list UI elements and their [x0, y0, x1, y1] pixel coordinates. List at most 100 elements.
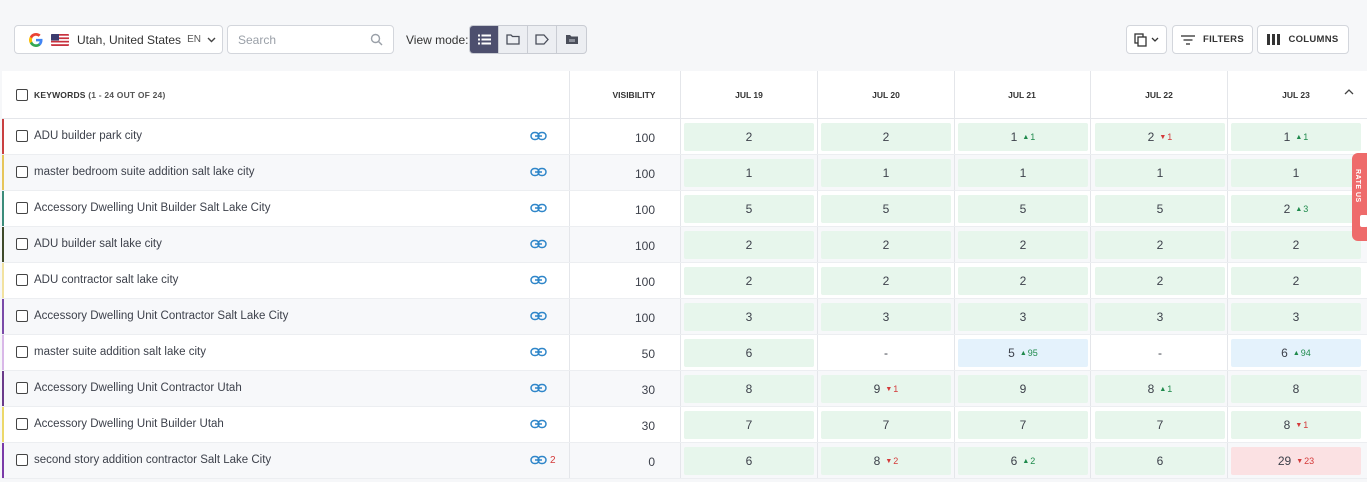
row-checkbox[interactable]	[16, 310, 28, 322]
rank-cell[interactable]: 3	[684, 303, 814, 331]
rank-cell[interactable]: 7	[684, 411, 814, 439]
rank-cell[interactable]: 3	[1231, 303, 1361, 331]
rank-cell[interactable]: 5	[684, 195, 814, 223]
rank-cell[interactable]: 5 ▲ 95	[958, 339, 1088, 367]
rank-cell[interactable]: 9 ▼ 1	[821, 375, 951, 403]
view-mode-folder-button[interactable]	[499, 26, 528, 53]
rank-cell[interactable]: 2	[684, 231, 814, 259]
date-header[interactable]: JUL 20	[846, 90, 926, 100]
row-checkbox[interactable]	[16, 274, 28, 286]
rank-cell[interactable]: 3	[1095, 303, 1225, 331]
link-icon[interactable]	[530, 202, 547, 214]
rank-cell[interactable]: 2	[821, 123, 951, 151]
rank-cell[interactable]: 7	[958, 411, 1088, 439]
rank-cell[interactable]: 8 ▼ 2	[821, 447, 951, 475]
rank-cell[interactable]: 1	[1095, 159, 1225, 187]
keyword-text[interactable]: Accessory Dwelling Unit Contractor Salt …	[34, 310, 288, 322]
link-icon[interactable]	[530, 418, 547, 430]
row-checkbox[interactable]	[16, 130, 28, 142]
rank-cell[interactable]: 2	[821, 231, 951, 259]
rank-cell[interactable]: 29 ▼ 23	[1231, 447, 1361, 475]
location-selector[interactable]: Utah, United States EN	[14, 25, 223, 54]
table-row[interactable]: ADU builder park city 100 2 2 1 ▲ 1 2 ▼ 1 1 ▲ 1	[2, 119, 1367, 155]
rank-cell[interactable]: 5	[1095, 195, 1225, 223]
table-row[interactable]: Accessory Dwelling Unit Builder Utah 30 7 7…	[2, 407, 1367, 443]
rank-cell[interactable]: 8	[684, 375, 814, 403]
rank-cell[interactable]: 1	[958, 159, 1088, 187]
link-icon[interactable]	[530, 238, 547, 250]
date-header[interactable]: JUL 19	[709, 90, 789, 100]
rank-cell[interactable]: 6 ▲ 94	[1231, 339, 1361, 367]
rate-us-tab[interactable]: RATE US	[1352, 153, 1367, 241]
columns-button[interactable]: COLUMNS	[1257, 25, 1349, 54]
rank-cell[interactable]: 1 ▲ 1	[958, 123, 1088, 151]
keyword-text[interactable]: ADU builder park city	[34, 130, 142, 142]
row-checkbox[interactable]	[16, 346, 28, 358]
rank-cell[interactable]: 2	[1231, 231, 1361, 259]
keyword-text[interactable]: Accessory Dwelling Unit Contractor Utah	[34, 382, 242, 394]
rank-cell[interactable]: 5	[958, 195, 1088, 223]
keyword-text[interactable]: second story addition contractor Salt La…	[34, 454, 271, 466]
rank-cell[interactable]: 1	[821, 159, 951, 187]
rank-cell[interactable]: 2 ▲ 3	[1231, 195, 1361, 223]
rank-cell[interactable]: 2	[1231, 267, 1361, 295]
link-icon[interactable]	[530, 382, 547, 394]
row-checkbox[interactable]	[16, 202, 28, 214]
rank-cell[interactable]: -	[1095, 339, 1225, 367]
table-row[interactable]: second story addition contractor Salt La…	[2, 443, 1367, 479]
table-row[interactable]: Accessory Dwelling Unit Contractor Salt …	[2, 299, 1367, 335]
rank-cell[interactable]: 3	[958, 303, 1088, 331]
keywords-header[interactable]: KEYWORDS (1 - 24 OUT OF 24)	[34, 90, 166, 100]
link-icon[interactable]	[530, 274, 547, 286]
row-checkbox[interactable]	[16, 382, 28, 394]
filters-button[interactable]: FILTERS	[1172, 25, 1253, 54]
rank-cell[interactable]: 2	[684, 267, 814, 295]
search-input[interactable]	[228, 26, 358, 53]
rank-cell[interactable]: 8 ▲ 1	[1095, 375, 1225, 403]
row-checkbox[interactable]	[16, 418, 28, 430]
view-mode-tag-button[interactable]	[528, 26, 557, 53]
keyword-text[interactable]: ADU builder salt lake city	[34, 238, 162, 250]
rank-cell[interactable]: 1 ▲ 1	[1231, 123, 1361, 151]
table-row[interactable]: master bedroom suite addition salt lake …	[2, 155, 1367, 191]
date-header[interactable]: JUL 23	[1256, 90, 1336, 100]
keyword-text[interactable]: ADU contractor salt lake city	[34, 274, 178, 286]
rank-cell[interactable]: 2	[1095, 231, 1225, 259]
rank-cell[interactable]: 2	[958, 231, 1088, 259]
keyword-text[interactable]: master bedroom suite addition salt lake …	[34, 166, 255, 178]
link-icon[interactable]	[530, 346, 547, 358]
visibility-header[interactable]: VISIBILITY	[569, 90, 679, 100]
rank-cell[interactable]: 1	[1231, 159, 1361, 187]
search-icon[interactable]	[370, 33, 383, 46]
rank-cell[interactable]: 1	[684, 159, 814, 187]
chevron-up-icon[interactable]	[1344, 87, 1354, 97]
rank-cell[interactable]: 7	[821, 411, 951, 439]
rank-cell[interactable]: 9	[958, 375, 1088, 403]
date-header[interactable]: JUL 21	[982, 90, 1062, 100]
rank-cell[interactable]: -	[821, 339, 951, 367]
table-row[interactable]: Accessory Dwelling Unit Contractor Utah 3…	[2, 371, 1367, 407]
rank-cell[interactable]: 6	[1095, 447, 1225, 475]
rank-cell[interactable]: 2	[958, 267, 1088, 295]
link-icon[interactable]	[530, 130, 547, 142]
view-mode-group-button[interactable]	[557, 26, 586, 53]
keyword-text[interactable]: Accessory Dwelling Unit Builder Utah	[34, 418, 224, 430]
row-checkbox[interactable]	[16, 238, 28, 250]
rank-cell[interactable]: 8 ▼ 1	[1231, 411, 1361, 439]
link-icon[interactable]	[530, 454, 547, 466]
rank-cell[interactable]: 6	[684, 339, 814, 367]
rank-cell[interactable]: 6	[684, 447, 814, 475]
rank-cell[interactable]: 2	[684, 123, 814, 151]
select-all-checkbox[interactable]	[16, 89, 28, 101]
link-icon[interactable]	[530, 310, 547, 322]
date-header[interactable]: JUL 22	[1119, 90, 1199, 100]
rank-cell[interactable]: 8	[1231, 375, 1361, 403]
rank-cell[interactable]: 6 ▲ 2	[958, 447, 1088, 475]
rank-cell[interactable]: 2 ▼ 1	[1095, 123, 1225, 151]
table-row[interactable]: master suite addition salt lake city 50 6 -…	[2, 335, 1367, 371]
rank-cell[interactable]: 3	[821, 303, 951, 331]
table-row[interactable]: Accessory Dwelling Unit Builder Salt Lak…	[2, 191, 1367, 227]
view-mode-list-button[interactable]	[470, 26, 499, 53]
copy-dropdown-button[interactable]	[1126, 25, 1167, 54]
keyword-text[interactable]: master suite addition salt lake city	[34, 346, 206, 358]
